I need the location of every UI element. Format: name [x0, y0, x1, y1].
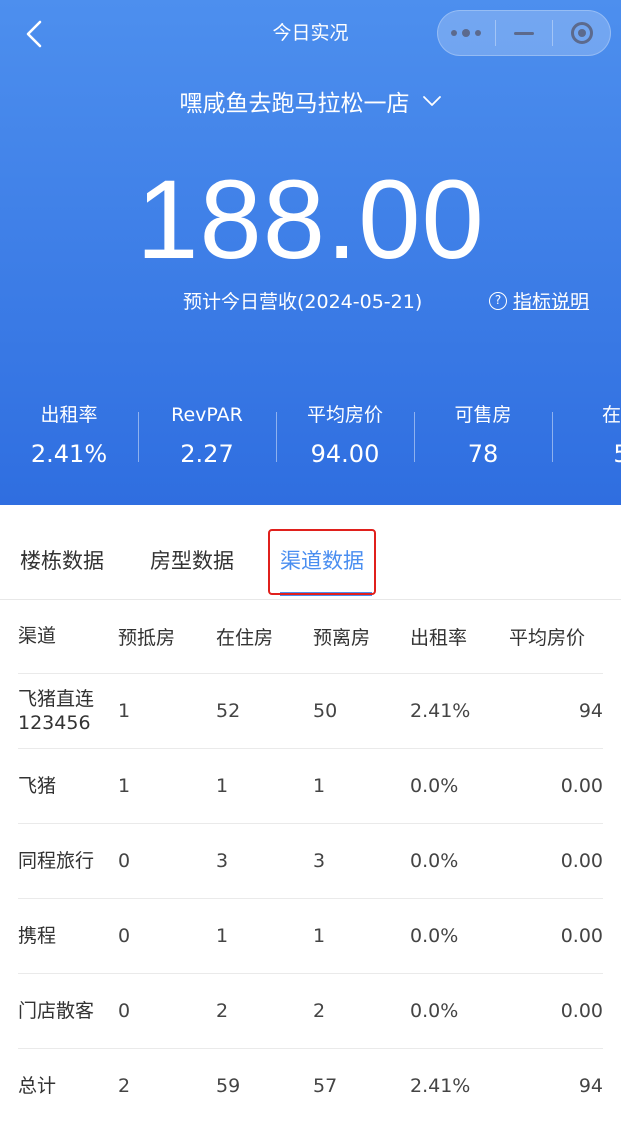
store-selector[interactable]: 嘿咸鱼去跑马拉松一店: [0, 84, 621, 118]
table-header-row: 渠道 预抵房 在住房 预离房 出租率 平均房价: [18, 599, 603, 674]
table-cell: 0.00: [560, 775, 603, 797]
mini-program-capsule: [437, 10, 611, 56]
table-cell: 0.00: [560, 925, 603, 947]
table-cell: 1: [216, 925, 229, 947]
table-cell: 94: [578, 1075, 603, 1097]
more-button[interactable]: [438, 11, 495, 55]
stat-average-rate: 平均房价 94.00: [276, 400, 414, 480]
stat-available-rooms: 可售房 78: [414, 400, 552, 480]
tab-channel-data[interactable]: 渠道数据: [280, 521, 364, 599]
stats-strip[interactable]: 出租率 2.41% RevPAR 2.27 平均房价 94.00 可售房 78 …: [0, 400, 621, 480]
table-cell: 0.0%: [410, 925, 459, 947]
channel-name: 飞猪直连123456: [18, 688, 95, 734]
table-cell: 57: [313, 1075, 338, 1097]
table-cell: 0.0%: [410, 1000, 459, 1022]
stat-value: 2.41%: [30, 440, 108, 468]
header-cell: 在住房: [216, 626, 274, 649]
revenue-label: 预计今日营收(2024-05-21): [183, 291, 423, 313]
header-panel: 今日实况 嘿咸鱼去跑马拉松一店 188.00 预计今日营收(2024-05-21…: [0, 0, 621, 505]
table-cell: 0.0%: [410, 775, 459, 797]
channel-name: 飞猪: [18, 775, 57, 797]
table-cell: 94: [578, 700, 603, 722]
table-cell: 2.41%: [410, 700, 471, 722]
stat-value: 5: [552, 434, 621, 474]
stat-revpar: RevPAR 2.27: [138, 400, 276, 480]
minimize-button[interactable]: [496, 11, 553, 55]
stat-label: 平均房价: [306, 404, 383, 426]
stat-value: 2.27: [180, 440, 234, 468]
table-cell: 1: [313, 925, 326, 947]
table-row: 携程 0 1 1 0.0% 0.00: [18, 899, 603, 974]
metric-explanation-label: 指标说明: [513, 291, 590, 313]
stat-value: 78: [467, 440, 499, 468]
stat-in-house: 在住 5: [552, 400, 621, 480]
table-row: 同程旅行 0 3 3 0.0% 0.00: [18, 824, 603, 899]
table-cell: 2: [313, 1000, 326, 1022]
stat-label: 在住: [601, 404, 621, 426]
table-cell: 0: [118, 850, 131, 872]
table-row: 飞猪 1 1 1 0.0% 0.00: [18, 749, 603, 824]
table-cell: 50: [313, 700, 338, 722]
table-cell: 0: [118, 925, 131, 947]
help-icon: ?: [489, 291, 507, 310]
active-tab-indicator: [280, 592, 372, 596]
table-cell: 2: [216, 1000, 229, 1022]
table-row: 门店散客 0 2 2 0.0% 0.00: [18, 974, 603, 1049]
channel-name: 总计: [18, 1075, 57, 1097]
table-cell: 2.41%: [410, 1075, 471, 1097]
table-cell: 0.00: [560, 850, 603, 872]
header-cell: 渠道: [18, 625, 57, 647]
channel-table: 渠道 预抵房 在住房 预离房 出租率 平均房价 飞猪直连123456 1 52 …: [18, 599, 603, 1123]
stat-label: RevPAR: [171, 404, 243, 426]
table-cell: 1: [118, 775, 131, 797]
table-cell: 0.0%: [410, 850, 459, 872]
header-cell: 平均房价: [508, 626, 585, 649]
table-row: 飞猪直连123456 1 52 50 2.41% 94: [18, 674, 603, 749]
metric-explanation-link[interactable]: ? 指标说明: [489, 287, 589, 314]
table-cell: 3: [313, 850, 326, 872]
tab-room-type-data[interactable]: 房型数据: [150, 521, 234, 599]
more-icon: [451, 29, 482, 37]
table-total-row: 总计 2 59 57 2.41% 94: [18, 1049, 603, 1123]
close-mini-program-button[interactable]: [553, 11, 610, 55]
table-cell: 59: [216, 1075, 241, 1097]
minus-icon: [514, 31, 534, 35]
header-cell: 预抵房: [118, 626, 176, 649]
stat-label: 可售房: [454, 404, 512, 426]
table-cell: 1: [216, 775, 229, 797]
stat-value: 94.00: [310, 440, 380, 468]
chevron-down-icon: [422, 96, 441, 106]
revenue-value: 188.00: [136, 157, 485, 282]
target-icon: [570, 22, 593, 44]
channel-name: 门店散客: [18, 1000, 95, 1022]
stat-label: 出租率: [40, 404, 98, 426]
data-tabs: 楼栋数据 房型数据 渠道数据: [0, 521, 621, 600]
table-cell: 2: [118, 1075, 131, 1097]
table-cell: 0: [118, 1000, 131, 1022]
table-cell: 1: [118, 700, 131, 722]
header-cell: 预离房: [313, 626, 371, 649]
tab-building-data[interactable]: 楼栋数据: [20, 521, 104, 599]
channel-name: 同程旅行: [18, 850, 95, 872]
table-cell: 3: [216, 850, 229, 872]
table-cell: 1: [313, 775, 326, 797]
header-cell: 出租率: [410, 626, 468, 649]
channel-name: 携程: [18, 925, 57, 947]
table-cell: 0.00: [560, 1000, 603, 1022]
table-cell: 52: [216, 700, 241, 722]
store-name: 嘿咸鱼去跑马拉松一店: [179, 91, 410, 117]
stat-occupancy-rate: 出租率 2.41%: [0, 400, 138, 480]
